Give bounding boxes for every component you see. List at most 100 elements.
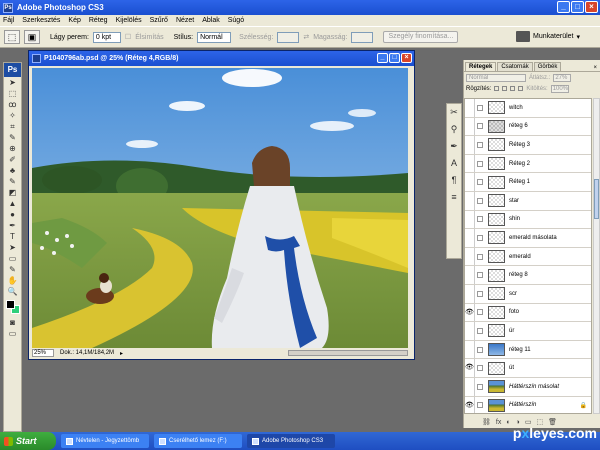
close-button[interactable]: ×: [585, 1, 598, 13]
blend-mode-select[interactable]: Normál: [466, 73, 526, 82]
info-icon[interactable]: ≡: [447, 189, 461, 206]
clone-stamp-tool-icon[interactable]: ♣: [4, 165, 21, 176]
tool-presets-icon[interactable]: ✂: [447, 104, 461, 121]
menu-select[interactable]: Kijelölés: [116, 17, 142, 24]
menu-layer[interactable]: Réteg: [89, 17, 108, 24]
layer-visibility-eye-icon[interactable]: [465, 191, 475, 210]
antialias-checkbox[interactable]: ☐: [125, 33, 131, 41]
screen-mode-icon[interactable]: ▭: [4, 328, 21, 339]
layer-row[interactable]: 👁 Háttérszín 🔒: [465, 396, 591, 413]
layer-mask-icon[interactable]: ◐: [506, 419, 510, 426]
swap-dimensions-icon[interactable]: ⇄: [303, 33, 309, 41]
crop-tool-icon[interactable]: ⌗: [4, 121, 21, 132]
layer-style-icon[interactable]: fx: [496, 419, 501, 426]
opacity-input[interactable]: 27%: [553, 73, 572, 82]
task-removable-disk[interactable]: Cserélhető lemez (F:): [154, 434, 242, 448]
menu-window[interactable]: Ablak: [202, 17, 220, 24]
layer-visibility-eye-icon[interactable]: [465, 136, 475, 154]
layer-link-box[interactable]: [477, 272, 483, 279]
layer-row[interactable]: Réteg 2: [465, 154, 591, 174]
layer-visibility-eye-icon[interactable]: 👁: [465, 359, 475, 377]
path-selection-tool-icon[interactable]: ➤: [4, 242, 21, 253]
layer-row[interactable]: úr: [465, 322, 591, 341]
feather-input[interactable]: 0 kpt: [92, 31, 121, 43]
refine-edge-button[interactable]: Szegély finomítása...: [383, 31, 459, 43]
layer-row[interactable]: witch: [465, 99, 591, 118]
layer-list-scrollbar[interactable]: [593, 98, 600, 414]
layer-visibility-eye-icon[interactable]: [465, 173, 475, 191]
link-layers-icon[interactable]: ⛓: [482, 418, 491, 426]
layer-visibility-eye-icon[interactable]: [465, 229, 475, 247]
layer-visibility-eye-icon[interactable]: [465, 154, 475, 173]
lock-transparency-icon[interactable]: [494, 86, 500, 91]
layer-visibility-eye-icon[interactable]: [465, 266, 475, 284]
document-maximize-button[interactable]: □: [389, 53, 400, 63]
menu-filter[interactable]: Szűrő: [150, 17, 168, 24]
layer-visibility-eye-icon[interactable]: 👁: [465, 303, 475, 322]
layer-link-box[interactable]: [477, 123, 483, 130]
status-menu-arrow[interactable]: ▸: [120, 350, 123, 357]
brushes-icon[interactable]: ⚲: [447, 121, 461, 138]
style-select[interactable]: Normál: [197, 31, 232, 43]
layer-visibility-eye-icon[interactable]: [465, 99, 475, 117]
scrollbar-thumb[interactable]: [594, 179, 599, 219]
layer-row[interactable]: shin: [465, 210, 591, 230]
menu-help[interactable]: Súgó: [228, 17, 244, 24]
task-photoshop[interactable]: Adobe Photoshop CS3: [247, 434, 335, 448]
layer-link-box[interactable]: [477, 216, 483, 223]
layer-visibility-eye-icon[interactable]: [465, 377, 475, 396]
brush-tool-icon[interactable]: ✐: [4, 154, 21, 165]
document-minimize-button[interactable]: _: [377, 53, 388, 63]
height-input[interactable]: [351, 31, 374, 43]
layer-row[interactable]: emerald másolata: [465, 229, 591, 248]
layer-visibility-eye-icon[interactable]: [465, 247, 475, 266]
eraser-tool-icon[interactable]: ◩: [4, 187, 21, 198]
layer-row[interactable]: Háttérszín másolat: [465, 377, 591, 397]
zoom-tool-icon[interactable]: 🔍: [4, 286, 21, 297]
magic-wand-tool-icon[interactable]: ✧: [4, 110, 21, 121]
healing-brush-tool-icon[interactable]: ⊕: [4, 143, 21, 154]
layer-link-box[interactable]: [477, 346, 483, 353]
layer-row[interactable]: Réteg 1: [465, 173, 591, 192]
layer-row[interactable]: star: [465, 191, 591, 211]
width-input[interactable]: [277, 31, 300, 43]
layer-link-box[interactable]: [477, 253, 483, 260]
dodge-tool-icon[interactable]: ●: [4, 209, 21, 220]
layer-link-box[interactable]: [477, 309, 483, 316]
notes-tool-icon[interactable]: ✎: [4, 264, 21, 275]
maximize-button[interactable]: □: [571, 1, 584, 13]
horizontal-scrollbar[interactable]: [288, 350, 408, 356]
layer-row[interactable]: 👁 foto: [465, 303, 591, 323]
layer-link-box[interactable]: [477, 290, 483, 297]
pen-tool-icon[interactable]: ✒: [4, 220, 21, 231]
layer-visibility-eye-icon[interactable]: [465, 322, 475, 340]
clone-source-icon[interactable]: ✒: [447, 138, 461, 155]
selection-mode-icon[interactable]: ▣: [24, 30, 40, 44]
task-notepad[interactable]: Névtelen - Jegyzettömb: [61, 434, 149, 448]
lock-position-icon[interactable]: [510, 86, 516, 91]
layer-visibility-eye-icon[interactable]: [465, 117, 475, 136]
layer-link-box[interactable]: [477, 402, 483, 409]
lock-pixels-icon[interactable]: [502, 86, 508, 91]
layer-link-box[interactable]: [477, 160, 483, 167]
quick-mask-icon[interactable]: ◙: [4, 317, 21, 328]
foreground-color-swatch[interactable]: [6, 300, 15, 309]
layer-row[interactable]: Réteg 3: [465, 136, 591, 155]
tab-channels[interactable]: Csatornák: [497, 62, 533, 71]
paragraph-icon[interactable]: ¶: [447, 172, 461, 189]
layer-row[interactable]: scr: [465, 284, 591, 304]
start-button[interactable]: Start: [0, 432, 56, 450]
eyedropper-tool-icon[interactable]: ✎: [4, 132, 21, 143]
workspace-button[interactable]: Munkaterület ▾: [516, 31, 580, 42]
layer-link-box[interactable]: [477, 179, 483, 186]
history-brush-tool-icon[interactable]: ✎: [4, 176, 21, 187]
layer-visibility-eye-icon[interactable]: 👁: [465, 396, 475, 413]
layer-row[interactable]: 👁 út: [465, 359, 591, 378]
hand-tool-icon[interactable]: ✋: [4, 275, 21, 286]
layer-link-box[interactable]: [477, 327, 483, 334]
tab-layers[interactable]: Rétegek: [465, 62, 497, 71]
layer-row[interactable]: réteg 6: [465, 117, 591, 137]
character-icon[interactable]: A: [447, 155, 461, 172]
layer-visibility-eye-icon[interactable]: [465, 210, 475, 229]
shape-tool-icon[interactable]: ▭: [4, 253, 21, 264]
